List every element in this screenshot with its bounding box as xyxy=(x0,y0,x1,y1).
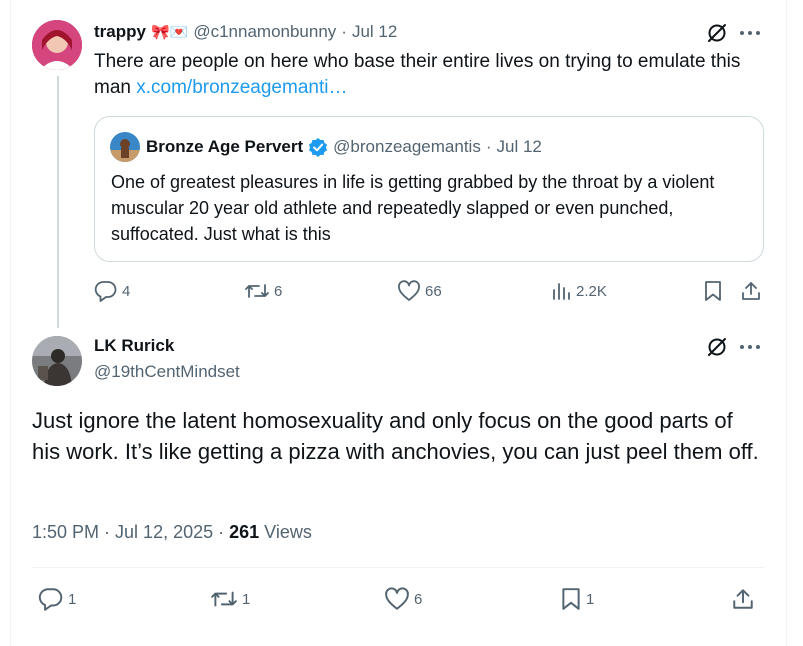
quoted-tweet-date: Jul 12 xyxy=(496,137,542,156)
bookmark-count: 1 xyxy=(586,590,595,608)
repost-count: 1 xyxy=(242,590,251,608)
avatar-lk-rurick[interactable] xyxy=(32,336,82,386)
tweet-link[interactable]: x.com/bronzeagemanti… xyxy=(136,77,347,98)
tweet-time[interactable]: 1:50 PM xyxy=(32,522,99,543)
main-tweet-text: Just ignore the latent homosexuality and… xyxy=(32,408,759,464)
repost-button[interactable]: 6 xyxy=(244,280,282,302)
quoted-tweet-text: One of greatest pleasures in life is get… xyxy=(111,172,715,244)
reply-button[interactable]: 4 xyxy=(94,280,130,302)
heart-icon xyxy=(385,587,409,610)
grok-icon[interactable] xyxy=(706,22,728,44)
views-count: 2.2K xyxy=(576,282,607,300)
bookmark-icon xyxy=(705,281,721,301)
quoted-author-handle: @bronzeagemantis xyxy=(333,137,481,156)
analytics-icon xyxy=(553,283,570,300)
quoted-author-name[interactable]: Bronze Age Pervert xyxy=(146,137,303,157)
heart-icon xyxy=(398,280,420,301)
separator: · xyxy=(485,137,492,156)
author-handle[interactable]: @c1nnamonbunny xyxy=(193,22,336,42)
views-count: 261 xyxy=(229,521,260,542)
share-button[interactable] xyxy=(740,280,762,302)
repost-icon xyxy=(211,591,237,607)
quoted-tweet-header: Bronze Age Pervert @bronzeagemantis · Ju… xyxy=(146,135,542,159)
author-name[interactable]: LK Rurick xyxy=(94,336,174,356)
share-icon xyxy=(733,589,753,609)
like-count: 6 xyxy=(414,590,423,608)
like-button[interactable]: 6 xyxy=(384,587,422,611)
reply-icon xyxy=(38,588,63,611)
main-tweet-author-name[interactable]: LK Rurick xyxy=(94,335,174,357)
more-options-icon[interactable] xyxy=(739,344,761,350)
reply-count: 1 xyxy=(68,590,77,608)
views-label: Views xyxy=(264,521,312,542)
like-count: 66 xyxy=(425,282,442,300)
more-options-icon[interactable] xyxy=(739,30,761,36)
repost-icon xyxy=(245,284,269,298)
reply-count: 4 xyxy=(122,282,131,300)
views-button[interactable]: 2.2K xyxy=(550,280,607,302)
author-handle[interactable]: @19thCentMindset xyxy=(94,362,240,382)
tweet-date[interactable]: Jul 12 xyxy=(352,22,397,42)
share-button[interactable] xyxy=(731,587,755,611)
separator: · xyxy=(104,521,111,542)
share-icon xyxy=(742,282,760,300)
repost-button[interactable]: 1 xyxy=(210,587,250,611)
parent-tweet-header: trappy 🎀💌 @c1nnamonbunny · Jul 12 xyxy=(94,21,397,43)
separator: · xyxy=(341,22,347,41)
reply-button[interactable]: 1 xyxy=(38,587,76,611)
divider xyxy=(32,567,764,568)
main-tweet-handle-row: @19thCentMindset xyxy=(94,361,240,383)
avatar-trappy[interactable] xyxy=(32,20,82,70)
thread-connector-line xyxy=(57,76,59,328)
bookmark-button[interactable]: 1 xyxy=(560,587,594,611)
separator: · xyxy=(218,521,225,542)
author-emoji: 🎀💌 xyxy=(150,24,189,41)
author-name[interactable]: trappy xyxy=(94,22,146,42)
reply-icon xyxy=(94,281,117,302)
grok-icon[interactable] xyxy=(706,336,728,358)
bookmark-icon xyxy=(562,588,580,610)
main-tweet-meta: 1:50 PM · Jul 12, 2025 · 261 Views xyxy=(32,520,312,544)
parent-tweet-text: There are people on here who base their … xyxy=(94,49,754,101)
like-button[interactable]: 66 xyxy=(397,280,442,302)
avatar-bronze-age-pervert[interactable] xyxy=(110,132,140,162)
bookmark-button[interactable] xyxy=(703,280,723,302)
verified-badge-icon xyxy=(308,137,328,157)
repost-count: 6 xyxy=(274,282,283,300)
tweet-date[interactable]: Jul 12, 2025 xyxy=(115,522,213,543)
